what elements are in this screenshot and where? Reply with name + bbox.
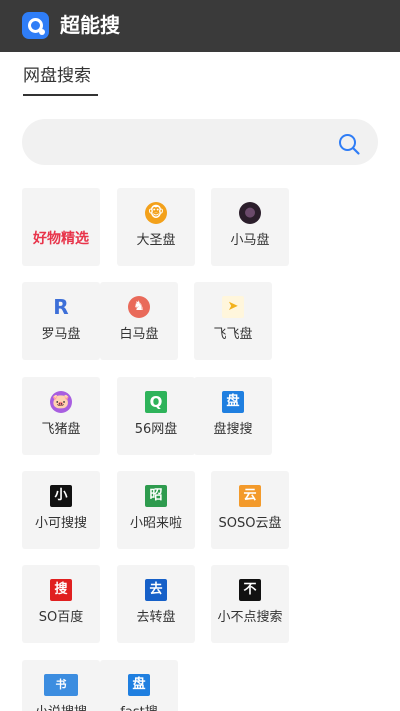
app-title: 超能搜 (60, 13, 120, 37)
monkey-icon: 🐵 (145, 202, 167, 224)
site-tile[interactable]: 云 SOSO云盘 (211, 471, 289, 549)
site-tile[interactable]: 小小可搜搜 (22, 471, 100, 549)
site-tile-label: 小可搜搜 (34, 516, 87, 531)
site-tile-label: SOSO云盘 (218, 516, 282, 531)
site-tile[interactable]: Q 56网盘 (117, 377, 195, 455)
site-tile-label: 罗马盘 (41, 327, 81, 342)
magnifier-q-icon: Q (145, 391, 167, 413)
site-tile[interactable]: ● 小马盘 (211, 188, 289, 266)
site-tile-label: 小昭来啦 (129, 516, 182, 531)
site-tile-label: 去转盘 (136, 610, 176, 625)
app-header: 超能搜 (0, 0, 400, 52)
site-tile[interactable]: ➤ 飞飞盘 (194, 282, 272, 360)
bu-badge-icon: 不 (239, 579, 261, 601)
dark-creature-icon: ● (239, 202, 261, 224)
pan-badge-icon: 盘 (128, 674, 150, 696)
site-tile[interactable]: ♞ 白马盘 (100, 282, 178, 360)
site-tile-label: fast搜 (100, 704, 178, 711)
search-input[interactable] (42, 127, 332, 157)
site-tile[interactable]: 🐵 大圣盘 (117, 188, 195, 266)
horse-icon: ♞ (128, 296, 150, 318)
paper-plane-icon: ➤ (222, 296, 244, 318)
site-tile[interactable]: 昭小昭来啦 (117, 471, 195, 549)
search-icon[interactable] (337, 132, 361, 156)
xiao-badge-icon: 小 (50, 485, 72, 507)
site-tile[interactable]: 🐷 飞猪盘 (22, 377, 100, 455)
site-tile[interactable]: 搜 SO百度 (22, 565, 100, 643)
site-tile[interactable]: 盘盘搜搜 (194, 377, 272, 455)
yun-badge-icon: 云 (239, 485, 261, 507)
zhao-badge-icon: 昭 (145, 485, 167, 507)
tab-active-indicator (23, 94, 98, 96)
site-tile[interactable]: 好物精选 (22, 188, 100, 266)
site-tile[interactable]: 盘 fast搜 (100, 660, 178, 711)
site-tile-label: 小不点搜索 (217, 610, 283, 625)
site-tile[interactable]: 去去转盘 (117, 565, 195, 643)
letter-r-icon: R (53, 296, 69, 318)
app-logo-icon (22, 12, 49, 39)
site-tile[interactable]: 不小不点搜索 (211, 565, 289, 643)
book-icon: 书 (44, 674, 78, 696)
search-bar (22, 119, 378, 165)
site-tile[interactable]: 书小说搜搜 (22, 660, 100, 711)
tab-cloud-disk-search[interactable]: 网盘搜索 (23, 64, 91, 88)
site-tile[interactable]: R 罗马盘 (22, 282, 100, 360)
site-tile-label: 飞飞盘 (213, 327, 253, 342)
site-tile-label: 盘搜搜 (213, 422, 253, 437)
site-tile-label: SO百度 (38, 610, 84, 625)
site-tile-label: 白马盘 (119, 327, 159, 342)
pan-badge-icon: 盘 (222, 391, 244, 413)
qu-badge-icon: 去 (145, 579, 167, 601)
site-tile-label: 56网盘 (134, 422, 178, 437)
site-tile-label: 小说搜搜 (22, 704, 100, 711)
site-tile-label: 大圣盘 (136, 233, 176, 248)
sou-badge-icon: 搜 (50, 579, 72, 601)
site-tile-label: 飞猪盘 (41, 422, 81, 437)
site-tile-label: 好物精选 (33, 231, 89, 247)
pig-icon: 🐷 (50, 391, 72, 413)
site-tile-label: 小马盘 (230, 233, 270, 248)
